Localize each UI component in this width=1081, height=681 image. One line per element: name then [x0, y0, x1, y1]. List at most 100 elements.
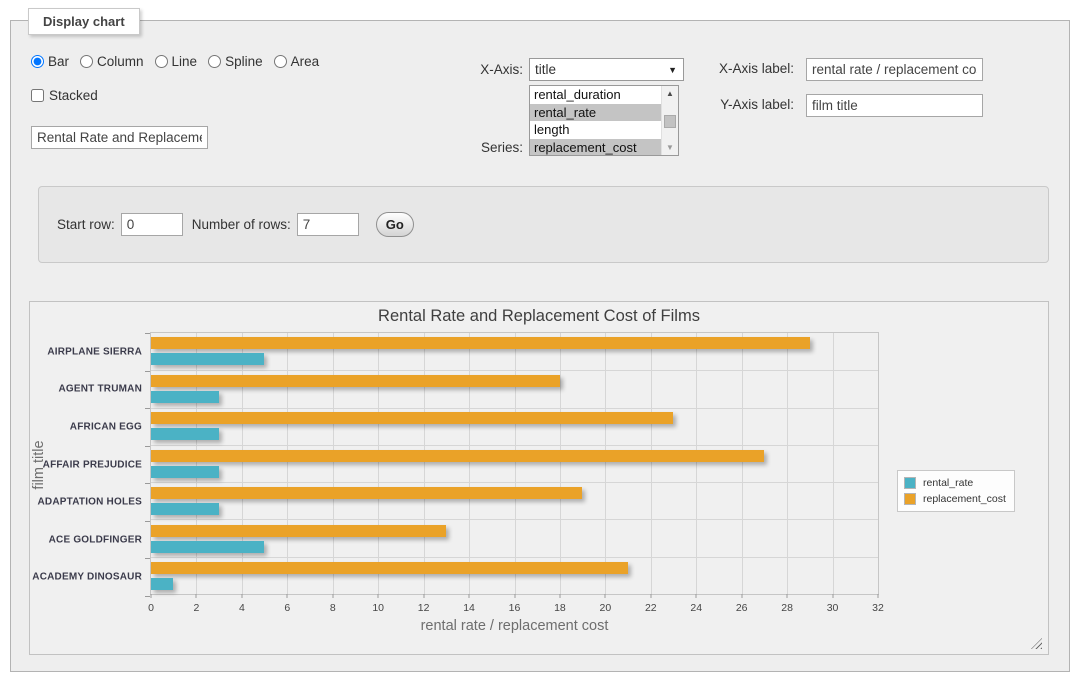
x-tick-mark [196, 594, 197, 598]
num-rows-input[interactable] [297, 213, 359, 236]
gridline-h [151, 482, 878, 483]
chart-type-option-area[interactable]: Area [274, 54, 320, 69]
chart-type-option-column[interactable]: Column [80, 54, 144, 69]
x-tick-mark [151, 594, 152, 598]
bar-rental_rate [151, 391, 219, 403]
x-axis-title: rental rate / replacement cost [421, 618, 609, 634]
chart-type-option-spline[interactable]: Spline [208, 54, 263, 69]
gridline-v [742, 333, 743, 594]
x-tick-label: 30 [827, 602, 839, 614]
y-tick-mark [145, 371, 150, 372]
radio-label: Area [291, 54, 320, 69]
gridline-v [605, 333, 606, 594]
bar-replacement_cost [151, 412, 673, 424]
chart-legend: rental_ratereplacement_cost [897, 470, 1015, 512]
go-button[interactable]: Go [376, 212, 414, 237]
x-tick-mark [241, 594, 242, 598]
gridline-v [196, 333, 197, 594]
x-tick-label: 16 [509, 602, 521, 614]
bar-replacement_cost [151, 562, 628, 574]
x-tick-mark [741, 594, 742, 598]
panel-title: Display chart [28, 8, 140, 35]
num-rows-label: Number of rows: [192, 217, 291, 232]
series-option-replacement_cost[interactable]: replacement_cost [530, 139, 661, 156]
bar-replacement_cost [151, 487, 582, 499]
x-tick-label: 18 [554, 602, 566, 614]
scrollbar-track[interactable] [662, 101, 678, 140]
x-tick-mark [696, 594, 697, 598]
y-tick-mark [145, 446, 150, 447]
x-tick-label: 6 [284, 602, 290, 614]
x-tick-label: 32 [872, 602, 884, 614]
plot-area: rental rate / replacement cost AIRPLANE … [150, 332, 879, 595]
gridline-h [151, 519, 878, 520]
chart-title-input[interactable] [31, 126, 208, 149]
x-tick-mark [559, 594, 560, 598]
series-multiselect[interactable]: rental_durationrental_ratelengthreplacem… [529, 85, 679, 156]
x-tick-label: 10 [372, 602, 384, 614]
category-label: AGENT TRUMAN [58, 384, 142, 395]
x-axis-label-caption: X-Axis label: [694, 61, 794, 76]
y-tick-mark [145, 521, 150, 522]
series-option-length[interactable]: length [530, 121, 661, 139]
x-tick-mark [514, 594, 515, 598]
gridline-h [151, 408, 878, 409]
x-tick-label: 20 [600, 602, 612, 614]
radio-line[interactable] [155, 55, 168, 68]
category-label: ACADEMY DINOSAUR [32, 572, 142, 583]
chart-type-option-line[interactable]: Line [155, 54, 198, 69]
category-label: ACE GOLDFINGER [49, 534, 142, 545]
radio-spline[interactable] [208, 55, 221, 68]
rows-control-panel: Start row: Number of rows: Go [38, 186, 1049, 263]
gridline-h [151, 445, 878, 446]
app-window: Display chart Bar Column Line Spline Area St… [0, 0, 1081, 681]
y-axis-label-input[interactable] [806, 94, 983, 117]
x-tick-mark [378, 594, 379, 598]
gridline-v [787, 333, 788, 594]
gridline-h [151, 370, 878, 371]
series-scrollbar[interactable]: ▲ ▼ [661, 86, 678, 155]
scroll-up-icon[interactable]: ▲ [662, 86, 678, 101]
y-tick-mark [145, 408, 150, 409]
x-tick-mark [287, 594, 288, 598]
resize-grip-icon[interactable] [1031, 638, 1042, 649]
scroll-down-icon[interactable]: ▼ [662, 140, 678, 155]
y-tick-mark [145, 483, 150, 484]
series-option-rental_rate[interactable]: rental_rate [530, 104, 661, 122]
radio-column[interactable] [80, 55, 93, 68]
stacked-label: Stacked [49, 88, 98, 103]
bar-rental_rate [151, 353, 264, 365]
x-tick-label: 24 [690, 602, 702, 614]
scrollbar-thumb[interactable] [664, 115, 676, 127]
chevron-down-icon: ▼ [668, 65, 683, 75]
x-tick-label: 0 [148, 602, 154, 614]
x-axis-select[interactable]: title ▼ [529, 58, 684, 81]
radio-bar[interactable] [31, 55, 44, 68]
start-row-input[interactable] [121, 213, 183, 236]
y-axis-label-caption: Y-Axis label: [694, 97, 794, 112]
chart-title: Rental Rate and Replacement Cost of Film… [30, 307, 1048, 326]
stacked-checkbox[interactable] [31, 89, 44, 102]
bar-rental_rate [151, 503, 219, 515]
chart-container: Rental Rate and Replacement Cost of Film… [29, 301, 1049, 655]
chart-type-option-bar[interactable]: Bar [31, 54, 69, 69]
category-label: ADAPTATION HOLES [38, 497, 143, 508]
series-options: rental_durationrental_ratelengthreplacem… [530, 86, 661, 155]
x-axis-label-input[interactable] [806, 58, 983, 81]
series-option-rental_duration[interactable]: rental_duration [530, 86, 661, 104]
radio-area[interactable] [274, 55, 287, 68]
legend-entry-rental_rate: rental_rate [904, 475, 1006, 491]
gridline-v [651, 333, 652, 594]
gridline-v [833, 333, 834, 594]
chart-type-radiogroup: Bar Column Line Spline Area [31, 54, 330, 69]
stacked-option[interactable]: Stacked [31, 88, 98, 103]
bar-rental_rate [151, 466, 219, 478]
legend-swatch-rental_rate [904, 477, 916, 489]
y-axis-title: film title [31, 385, 49, 545]
x-tick-label: 14 [463, 602, 475, 614]
gridline-v [287, 333, 288, 594]
legend-label: rental_rate [923, 477, 973, 489]
x-tick-label: 2 [194, 602, 200, 614]
radio-label: Spline [225, 54, 263, 69]
radio-label: Column [97, 54, 144, 69]
